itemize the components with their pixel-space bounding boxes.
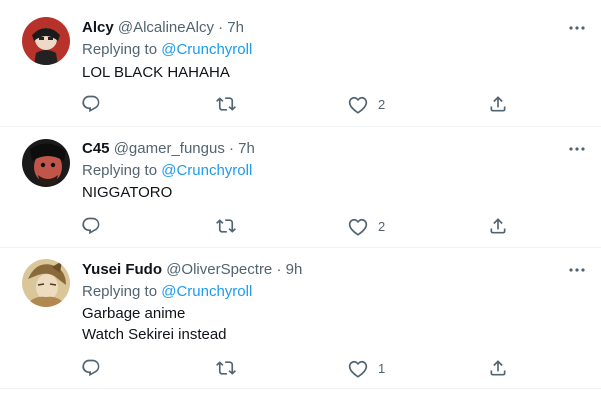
user-handle[interactable]: @OliverSpectre <box>166 261 272 278</box>
heart-icon <box>348 96 368 114</box>
mention-link[interactable]: @Crunchyroll <box>161 41 252 58</box>
separator-dot: · <box>218 19 224 36</box>
reply-button[interactable] <box>81 356 101 380</box>
heart-icon <box>348 360 368 378</box>
retweet-icon <box>216 219 236 233</box>
replying-to-label: Replying to <box>82 283 158 300</box>
heart-icon <box>348 218 368 236</box>
display-name[interactable]: Yusei Fudo <box>82 261 162 278</box>
reply-icon <box>82 359 100 377</box>
user-handle[interactable]: @gamer_fungus <box>114 140 225 157</box>
reply-icon <box>82 217 100 235</box>
tweet-text-line: Watch Sekirei instead <box>82 326 227 343</box>
reply-icon <box>82 95 100 113</box>
tweet-actions: 2 <box>0 92 601 116</box>
tweet-actions: 1 <box>0 356 601 380</box>
replying-to-label: Replying to <box>82 41 158 58</box>
separator-dot: · <box>229 140 234 157</box>
timestamp[interactable]: 7h <box>238 140 255 157</box>
replying-to: Replying to @Crunchyroll <box>82 40 252 60</box>
reply-button[interactable] <box>81 92 101 116</box>
avatar[interactable] <box>22 259 70 307</box>
tweet-text-line: LOL BLACK HAHAHA <box>82 64 230 81</box>
separator-dot: · <box>276 261 282 278</box>
replying-to-label: Replying to <box>82 162 158 179</box>
retweet-button[interactable] <box>216 214 236 238</box>
tweet-text: Garbage anime Watch Sekirei instead <box>82 303 227 345</box>
tweet-text-line: NIGGATORO <box>82 184 173 201</box>
retweet-button[interactable] <box>216 356 236 380</box>
share-icon <box>490 96 506 112</box>
like-count: 2 <box>378 218 386 234</box>
more-options-button[interactable] <box>567 139 587 159</box>
like-count: 2 <box>378 96 386 112</box>
mention-link[interactable]: @Crunchyroll <box>161 162 252 179</box>
tweet[interactable]: C45 @gamer_fungus · 7h Replying to @Crun… <box>0 127 601 248</box>
tweet-header: C45 @gamer_fungus · 7h <box>82 139 255 159</box>
display-name[interactable]: C45 <box>82 140 110 157</box>
retweet-icon <box>216 97 236 111</box>
share-button[interactable] <box>488 214 508 238</box>
tweet-header: Alcy @AlcalineAlcy · 7h <box>82 18 244 38</box>
like-button[interactable]: 1 <box>348 356 385 380</box>
more-options-button[interactable] <box>567 260 587 280</box>
like-button[interactable]: 2 <box>348 92 385 116</box>
more-options-button[interactable] <box>567 18 587 38</box>
tweet-actions: 2 <box>0 214 601 238</box>
avatar[interactable] <box>22 17 70 65</box>
replying-to: Replying to @Crunchyroll <box>82 161 252 181</box>
share-icon <box>490 360 506 376</box>
avatar[interactable] <box>22 139 70 187</box>
share-icon <box>490 218 506 234</box>
more-horizontal-icon <box>569 268 585 272</box>
replying-to: Replying to @Crunchyroll <box>82 282 252 302</box>
share-button[interactable] <box>488 92 508 116</box>
retweet-icon <box>216 361 236 375</box>
tweet-text: NIGGATORO <box>82 182 172 203</box>
user-handle[interactable]: @AlcalineAlcy <box>118 19 214 36</box>
tweet[interactable]: Alcy @AlcalineAlcy · 7h Replying to @Cru… <box>0 0 601 127</box>
retweet-button[interactable] <box>216 92 236 116</box>
more-horizontal-icon <box>569 26 585 30</box>
mention-link[interactable]: @Crunchyroll <box>161 283 252 300</box>
tweet[interactable]: Yusei Fudo @OliverSpectre · 9h Replying … <box>0 248 601 389</box>
like-button[interactable]: 2 <box>348 214 385 238</box>
tweet-text-line: Garbage anime <box>82 305 186 322</box>
display-name[interactable]: Alcy <box>82 19 114 36</box>
tweet-header: Yusei Fudo @OliverSpectre · 9h <box>82 260 302 280</box>
reply-button[interactable] <box>81 214 101 238</box>
share-button[interactable] <box>488 356 508 380</box>
timestamp[interactable]: 9h <box>286 261 303 278</box>
more-horizontal-icon <box>569 147 585 151</box>
timestamp[interactable]: 7h <box>227 19 244 36</box>
like-count: 1 <box>378 360 386 376</box>
tweet-text: LOL BLACK HAHAHA <box>82 62 230 83</box>
